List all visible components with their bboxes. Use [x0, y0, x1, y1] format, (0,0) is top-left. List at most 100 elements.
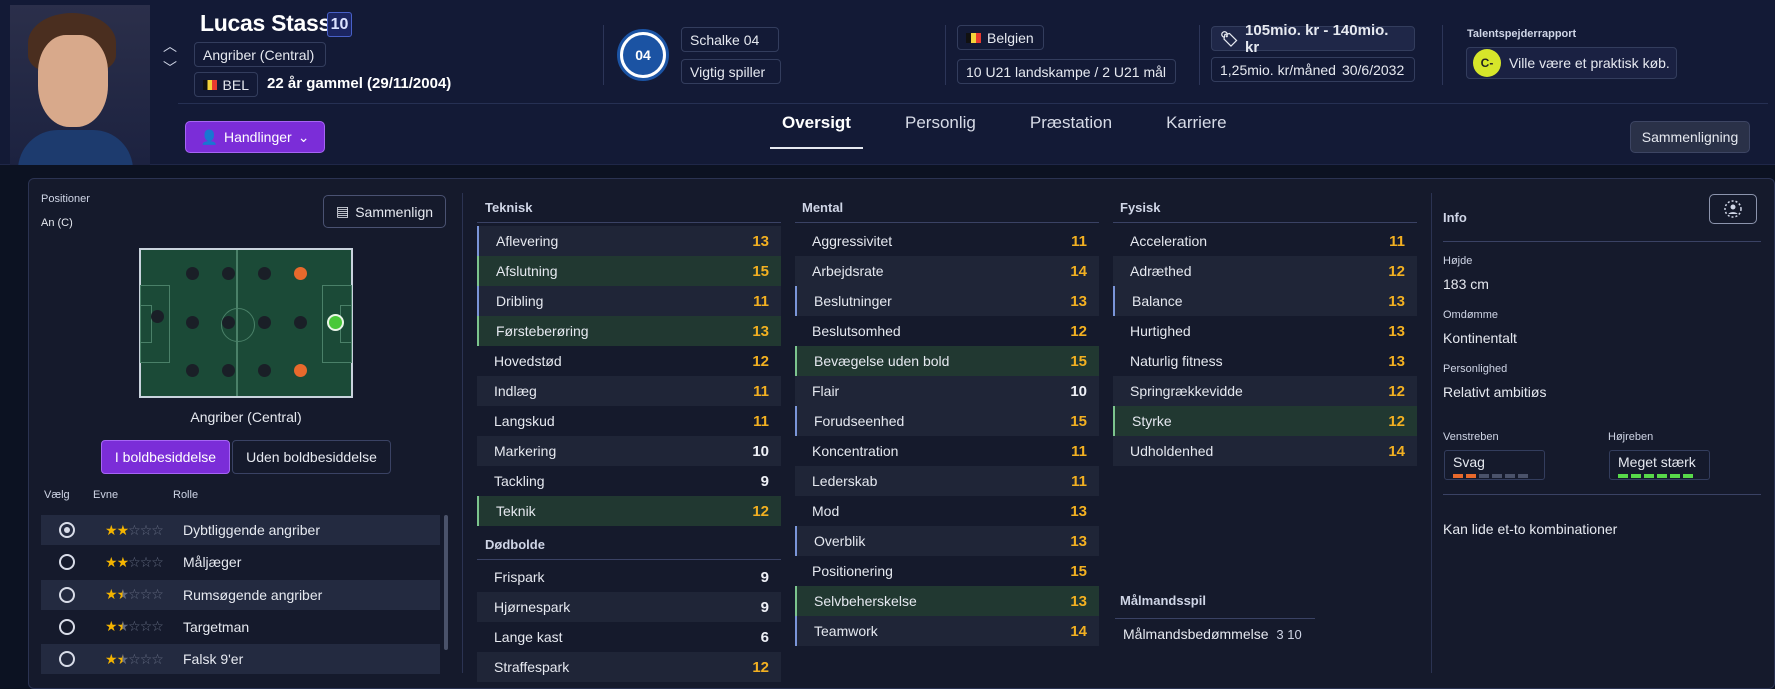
role-row[interactable]: ★★☆☆☆ Dybtliggende angriber — [41, 515, 440, 545]
attribute-name: Bevægelse uden bold — [814, 353, 950, 369]
mental-attribute-row[interactable]: Aggressivitet 11 — [795, 226, 1099, 256]
role-ability-stars: ★★☆☆☆ — [105, 553, 164, 570]
tab-overview[interactable]: Oversigt — [770, 113, 863, 149]
technical-attribute-row[interactable]: Indlæg 11 — [477, 376, 781, 406]
role-name: Dybtliggende angriber — [183, 522, 320, 538]
physical-attribute-row[interactable]: Balance 13 — [1113, 286, 1417, 316]
setpieces-attribute-row[interactable]: Lange kast 6 — [477, 622, 781, 652]
physical-attribute-row[interactable]: Springrækkevidde 12 — [1113, 376, 1417, 406]
attribute-name: Hovedstød — [494, 353, 562, 369]
attribute-value: 11 — [1071, 472, 1087, 490]
player-tabs: Oversigt Personlig Præstation Karriere — [770, 113, 1269, 149]
tab-performance[interactable]: Præstation — [1018, 113, 1124, 149]
mental-attribute-row[interactable]: Beslutninger 13 — [795, 286, 1099, 316]
mental-attribute-row[interactable]: Beslutsomhed 12 — [795, 316, 1099, 346]
role-select-radio[interactable] — [59, 554, 75, 571]
attribute-value: 13 — [1388, 352, 1405, 370]
club-logo-icon[interactable]: 04 — [617, 29, 669, 81]
tab-personal[interactable]: Personlig — [893, 113, 988, 149]
pitch-position-dot — [186, 267, 199, 280]
technical-attribute-row[interactable]: Dribling 11 — [477, 286, 781, 316]
mental-attribute-row[interactable]: Mod 13 — [795, 496, 1099, 526]
role-row[interactable]: ★★☆☆☆ Targetman — [41, 612, 440, 642]
attribute-name: Lederskab — [812, 473, 878, 489]
technical-attribute-row[interactable]: Førsteberøring 13 — [477, 316, 781, 346]
pitch-position-dot — [258, 316, 271, 329]
technical-attribute-row[interactable]: Tackling 9 — [477, 466, 781, 496]
technical-attribute-row[interactable]: Markering 10 — [477, 436, 781, 466]
mental-attribute-row[interactable]: Teamwork 14 — [795, 616, 1099, 646]
mental-attribute-row[interactable]: Overblik 13 — [795, 526, 1099, 556]
tab-career[interactable]: Karriere — [1154, 113, 1238, 149]
physical-attribute-row[interactable]: Hurtighed 13 — [1113, 316, 1417, 346]
attribute-value: 13 — [752, 232, 769, 250]
actions-button[interactable]: 👤 Handlinger ⌄ — [185, 121, 325, 153]
in-possession-toggle[interactable]: I boldbesiddelse — [101, 440, 230, 474]
mental-attribute-row[interactable]: Bevægelse uden bold 15 — [795, 346, 1099, 376]
role-row[interactable]: ★★☆☆☆ Rumsøgende angriber — [41, 579, 440, 610]
attribute-value: 12 — [752, 352, 769, 370]
attribute-value: 13 — [1070, 592, 1087, 610]
scout-report-box[interactable]: C- Ville være et praktisk køb. — [1466, 47, 1677, 79]
physical-attribute-row[interactable]: Naturlig fitness 13 — [1113, 346, 1417, 376]
role-row[interactable]: ★★☆☆☆ Falsk 9'er — [41, 644, 440, 675]
technical-attribute-row[interactable]: Teknik 12 — [477, 496, 781, 526]
club-name-pill[interactable]: Schalke 04 — [681, 27, 779, 52]
contract-pill: 1,25mio. kr/måned 30/6/2032 — [1211, 57, 1415, 82]
technical-attribute-row[interactable]: Afslutning 15 — [477, 256, 781, 286]
physical-attribute-row[interactable]: Udholdenhed 14 — [1113, 436, 1417, 466]
scout-report-text: Ville være et praktisk køb. — [1509, 55, 1670, 71]
previous-player-arrow-icon[interactable]: ︿ — [160, 36, 180, 54]
comparison-button[interactable]: Sammenligning — [1630, 121, 1750, 153]
pitch-position-dot — [294, 316, 307, 329]
divider — [795, 222, 1099, 223]
mental-attribute-row[interactable]: Forudseenhed 15 — [795, 406, 1099, 436]
pitch-position-dot — [258, 364, 271, 377]
mental-attribute-row[interactable]: Koncentration 11 — [795, 436, 1099, 466]
setpieces-attribute-row[interactable]: Frispark 9 — [477, 562, 781, 592]
mental-attribute-row[interactable]: Lederskab 11 — [795, 466, 1099, 496]
attribute-name: Beslutsomhed — [812, 323, 901, 339]
physical-attribute-row[interactable]: Adræthed 12 — [1113, 256, 1417, 286]
role-select-radio[interactable] — [59, 651, 75, 668]
setpieces-attribute-row[interactable]: Hjørnespark 9 — [477, 592, 781, 622]
role-select-radio[interactable] — [59, 522, 75, 538]
technical-attribute-row[interactable]: Aflevering 13 — [477, 226, 781, 256]
squad-status-pill: Vigtig spiller — [681, 59, 781, 84]
next-player-arrow-icon[interactable]: ﹀ — [160, 58, 180, 76]
mental-attribute-row[interactable]: Flair 10 — [795, 376, 1099, 406]
attribute-value: 12 — [752, 502, 769, 520]
attribute-value: 9 — [760, 472, 769, 490]
attribute-name: Aflevering — [496, 233, 559, 249]
roles-scrollbar[interactable] — [444, 515, 448, 650]
attribute-name: Selvbeherskelse — [814, 593, 917, 609]
attribute-name: Hurtighed — [1130, 323, 1191, 339]
mental-attribute-row[interactable]: Positionering 15 — [795, 556, 1099, 586]
pitch-position-dot — [222, 364, 235, 377]
info-title: Info — [1443, 210, 1467, 225]
out-of-possession-toggle[interactable]: Uden boldbesiddelse — [232, 440, 391, 474]
height-value: 183 cm — [1443, 276, 1489, 292]
personality-label: Personlighed — [1443, 363, 1508, 375]
role-row[interactable]: ★★☆☆☆ Måljæger — [41, 547, 440, 577]
mental-attribute-row[interactable]: Selvbeherskelse 13 — [795, 586, 1099, 616]
reputation-label: Omdømme — [1443, 309, 1498, 321]
nation-pill[interactable]: Belgien — [957, 25, 1044, 50]
left-foot-label: Venstreben — [1443, 431, 1499, 443]
attribute-name: Tackling — [494, 473, 545, 489]
attribute-value: 11 — [753, 412, 769, 430]
pitch-position-dot — [222, 316, 235, 329]
positions-value: An (C) — [41, 217, 73, 229]
technical-attribute-row[interactable]: Hovedstød 12 — [477, 346, 781, 376]
role-select-radio[interactable] — [59, 586, 75, 603]
attribute-name: Langskud — [494, 413, 555, 429]
mental-attribute-row[interactable]: Arbejdsrate 14 — [795, 256, 1099, 286]
role-select-radio[interactable] — [59, 618, 75, 635]
technical-attribute-row[interactable]: Langskud 11 — [477, 406, 781, 436]
setpieces-attribute-row[interactable]: Straffespark 12 — [477, 652, 781, 682]
player-profile-icon[interactable] — [1709, 194, 1757, 224]
compare-button[interactable]: ▤ Sammenlign — [323, 195, 446, 228]
physical-attribute-row[interactable]: Styrke 12 — [1113, 406, 1417, 436]
physical-attribute-row[interactable]: Acceleration 11 — [1113, 226, 1417, 256]
attribute-value: 13 — [1070, 502, 1087, 520]
